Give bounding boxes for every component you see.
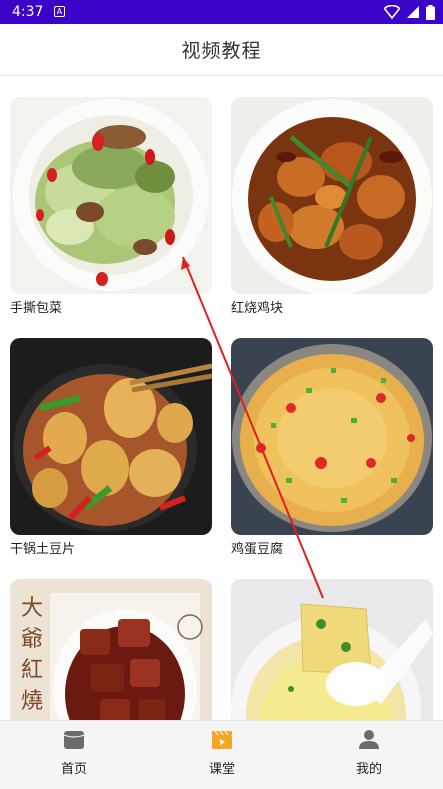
video-card-braised-chicken[interactable]: 红烧鸡块 [231, 97, 433, 317]
video-grid[interactable]: 手撕包菜 红烧鸡块 干锅土豆片 鸡蛋豆腐 大爺紅燒 [0, 76, 443, 720]
nav-item-classroom[interactable]: 课堂 [148, 721, 296, 789]
profile-icon [359, 730, 379, 749]
signal-icon [407, 6, 419, 18]
nav-label-classroom: 课堂 [208, 762, 235, 777]
status-time: 4:37 [12, 4, 44, 20]
video-title: 鸡蛋豆腐 [231, 542, 284, 557]
bottom-navigation: 首页 课堂 我的 [0, 720, 443, 789]
home-icon [63, 731, 85, 749]
egg-tofu-dish-image [231, 338, 433, 535]
braised-chicken-dish-image [231, 97, 433, 294]
potato-slices-dish-image [10, 338, 212, 535]
page-title: 视频教程 [181, 40, 262, 62]
braised-pork-calligraphy: 大爺紅燒 [20, 596, 43, 714]
video-thumbnail[interactable] [231, 97, 433, 294]
video-card-egg-tofu[interactable]: 鸡蛋豆腐 [231, 338, 433, 558]
steamed-egg-tofu-dish-image [231, 579, 433, 720]
status-bar: 4:37 A [0, 0, 443, 24]
notification-a-icon: A [54, 6, 65, 17]
status-icons [384, 4, 435, 20]
video-card-cabbage[interactable]: 手撕包菜 [10, 97, 212, 317]
nav-item-profile[interactable]: 我的 [295, 721, 443, 789]
nav-label-profile: 我的 [355, 762, 382, 777]
video-card-braised-pork[interactable]: 大爺紅燒 [10, 579, 212, 720]
video-clapper-icon [212, 730, 232, 749]
video-title: 红烧鸡块 [231, 301, 284, 316]
video-title: 干锅土豆片 [10, 542, 76, 557]
video-card-potato-slices[interactable]: 干锅土豆片 [10, 338, 212, 558]
title-bar: 视频教程 [0, 24, 443, 76]
wifi-icon [384, 5, 400, 19]
video-thumbnail[interactable] [10, 338, 212, 535]
video-thumbnail[interactable]: 大爺紅燒 [10, 579, 212, 720]
video-thumbnail[interactable] [10, 97, 212, 294]
video-title: 手撕包菜 [10, 301, 63, 316]
cabbage-dish-image [10, 97, 212, 294]
nav-item-home[interactable]: 首页 [0, 721, 148, 789]
nav-label-home: 首页 [60, 762, 87, 777]
video-thumbnail[interactable] [231, 338, 433, 535]
battery-icon [426, 4, 435, 20]
video-card-steamed-egg-tofu[interactable] [231, 579, 433, 720]
video-thumbnail[interactable] [231, 579, 433, 720]
